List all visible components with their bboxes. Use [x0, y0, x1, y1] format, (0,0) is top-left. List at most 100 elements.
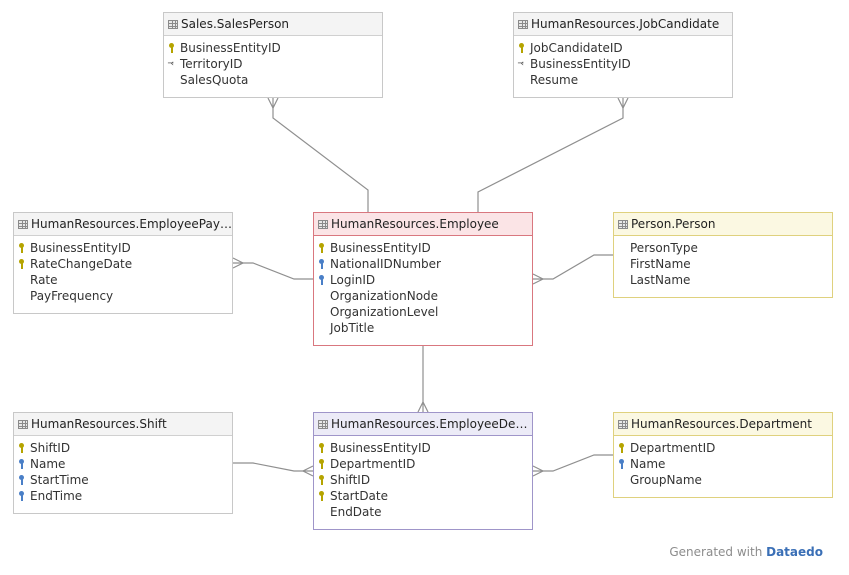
table-header[interactable]: Person.Person — [614, 213, 832, 236]
primary-key-icon — [318, 458, 324, 470]
table-header[interactable]: HumanResources.JobCandidate — [514, 13, 732, 36]
table-icon — [618, 219, 628, 229]
column-row[interactable]: EndTime — [14, 488, 232, 504]
table-title: HumanResources.Department — [631, 417, 812, 431]
table-humanresources-employeedepartmenthistory[interactable]: HumanResources.EmployeeDepar... BusinessE… — [313, 412, 533, 530]
column-row[interactable]: Resume — [514, 72, 732, 88]
column-list: ShiftID Name StartTime EndTime — [14, 436, 232, 504]
unique-key-icon — [318, 274, 324, 286]
column-row[interactable]: PersonType — [614, 240, 832, 256]
relationship-salesperson-employee — [272, 98, 369, 212]
column-row[interactable]: Rate — [14, 272, 232, 288]
table-header[interactable]: HumanResources.EmployeePayHi... — [14, 213, 232, 236]
column-row[interactable]: FirstName — [614, 256, 832, 272]
table-title: HumanResources.Shift — [31, 417, 167, 431]
column-row[interactable]: ─‹ BusinessEntityID — [514, 56, 732, 72]
column-row[interactable]: DepartmentID — [314, 456, 532, 472]
primary-key-icon — [18, 258, 24, 270]
table-header[interactable]: HumanResources.Shift — [14, 413, 232, 436]
table-humanresources-shift[interactable]: HumanResources.Shift ShiftID Name StartTime… — [13, 412, 233, 514]
table-person-person[interactable]: Person.Person PersonType FirstName LastName — [613, 212, 833, 298]
column-name: RateChangeDate — [30, 257, 133, 271]
column-name: StartDate — [330, 489, 388, 503]
table-header[interactable]: HumanResources.Employee — [314, 213, 532, 236]
column-row[interactable]: LastName — [614, 272, 832, 288]
column-name: BusinessEntityID — [330, 241, 431, 255]
column-row[interactable]: Name — [14, 456, 232, 472]
unique-key-icon — [18, 458, 24, 470]
column-list: JobCandidateID ─‹ BusinessEntityID Resume — [514, 36, 732, 88]
column-row[interactable]: RateChangeDate — [14, 256, 232, 272]
table-title: Person.Person — [631, 217, 716, 231]
unique-key-icon — [618, 458, 624, 470]
column-name: EndTime — [30, 489, 83, 503]
column-name: Name — [630, 457, 666, 471]
column-name: LastName — [630, 273, 691, 287]
primary-key-icon — [318, 242, 324, 254]
column-name: DepartmentID — [330, 457, 416, 471]
primary-key-icon — [618, 442, 624, 454]
column-row[interactable]: OrganizationNode — [314, 288, 532, 304]
column-row[interactable]: NationalIDNumber — [314, 256, 532, 272]
table-icon — [518, 19, 528, 29]
column-row[interactable]: JobCandidateID — [514, 40, 732, 56]
column-list: BusinessEntityID ─‹ TerritoryID SalesQuota — [164, 36, 382, 88]
column-name: JobCandidateID — [530, 41, 623, 55]
primary-key-icon — [518, 42, 524, 54]
primary-key-icon — [318, 490, 324, 502]
column-list: DepartmentID Name GroupName — [614, 436, 832, 488]
column-row[interactable]: BusinessEntityID — [14, 240, 232, 256]
column-name: BusinessEntityID — [330, 441, 431, 455]
column-name: TerritoryID — [180, 57, 243, 71]
column-row[interactable]: ShiftID — [14, 440, 232, 456]
table-header[interactable]: HumanResources.Department — [614, 413, 832, 436]
column-list: BusinessEntityID NationalIDNumber LoginID O… — [314, 236, 532, 336]
column-row[interactable]: StartDate — [314, 488, 532, 504]
column-row[interactable]: StartTime — [14, 472, 232, 488]
column-row[interactable]: BusinessEntityID — [164, 40, 382, 56]
column-row[interactable]: SalesQuota — [164, 72, 382, 88]
column-name: OrganizationLevel — [330, 305, 439, 319]
relationship-payhistory-employee — [233, 262, 313, 280]
table-header[interactable]: HumanResources.EmployeeDepar... — [314, 413, 532, 436]
table-sales-salesperson[interactable]: Sales.SalesPerson BusinessEntityID ─‹ Terri… — [163, 12, 383, 98]
column-name: FirstName — [630, 257, 691, 271]
column-name: LoginID — [330, 273, 376, 287]
table-humanresources-department[interactable]: HumanResources.Department DepartmentID Nam… — [613, 412, 833, 498]
primary-key-icon — [18, 242, 24, 254]
column-row[interactable]: OrganizationLevel — [314, 304, 532, 320]
table-humanresources-jobcandidate[interactable]: HumanResources.JobCandidate JobCandidateI… — [513, 12, 733, 98]
table-icon — [318, 219, 328, 229]
foreign-key-icon: ─‹ — [168, 59, 174, 69]
table-icon — [168, 19, 178, 29]
table-header[interactable]: Sales.SalesPerson — [164, 13, 382, 36]
primary-key-icon — [168, 42, 174, 54]
table-icon — [318, 419, 328, 429]
column-row[interactable]: ─‹ TerritoryID — [164, 56, 382, 72]
column-row[interactable]: BusinessEntityID — [314, 240, 532, 256]
column-row[interactable]: LoginID — [314, 272, 532, 288]
column-name: EndDate — [330, 505, 382, 519]
table-humanresources-employeepayhistory[interactable]: HumanResources.EmployeePayHi... BusinessE… — [13, 212, 233, 314]
relationship-jobcandidate-employee — [477, 98, 624, 212]
unique-key-icon — [318, 258, 324, 270]
dataedo-brand-link[interactable]: Dataedo — [766, 545, 823, 559]
table-title: HumanResources.EmployeeDepar... — [331, 417, 532, 431]
footer-prefix: Generated with — [669, 545, 763, 559]
column-name: StartTime — [30, 473, 89, 487]
column-row[interactable]: PayFrequency — [14, 288, 232, 304]
primary-key-icon — [18, 442, 24, 454]
column-row[interactable]: Name — [614, 456, 832, 472]
table-humanresources-employee[interactable]: HumanResources.Employee BusinessEntityID N… — [313, 212, 533, 346]
primary-key-icon — [318, 474, 324, 486]
column-row[interactable]: DepartmentID — [614, 440, 832, 456]
column-row[interactable]: JobTitle — [314, 320, 532, 336]
unique-key-icon — [18, 474, 24, 486]
column-row[interactable]: BusinessEntityID — [314, 440, 532, 456]
relationship-employee-person — [533, 254, 613, 280]
column-row[interactable]: EndDate — [314, 504, 532, 520]
column-name: BusinessEntityID — [30, 241, 131, 255]
table-title: HumanResources.Employee — [331, 217, 499, 231]
column-row[interactable]: GroupName — [614, 472, 832, 488]
column-row[interactable]: ShiftID — [314, 472, 532, 488]
